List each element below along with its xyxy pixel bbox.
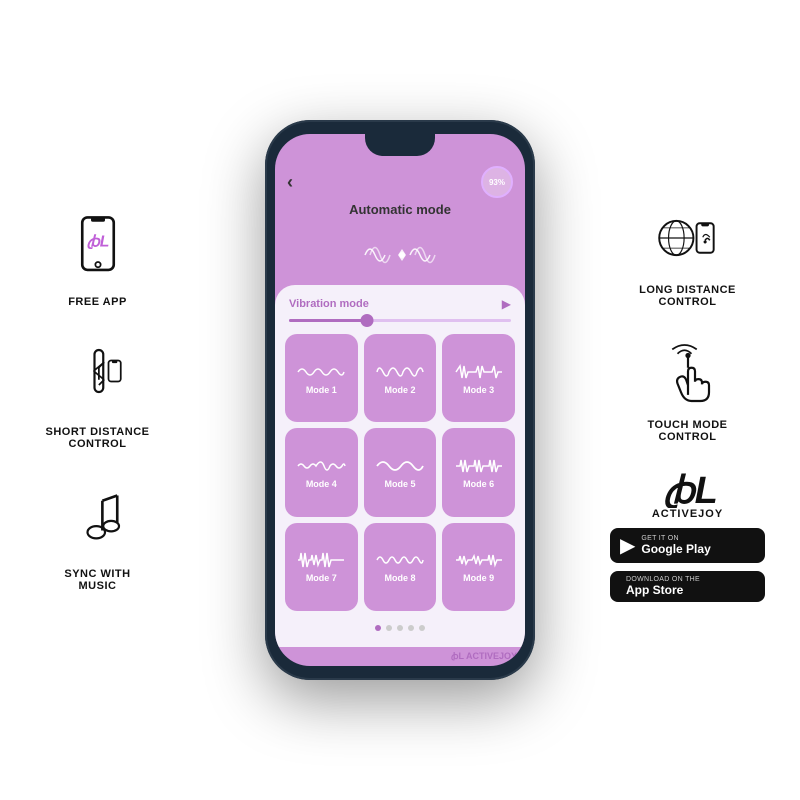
google-play-badge[interactable]: ▶ GET IT ON Google Play — [610, 528, 765, 563]
dot-2[interactable] — [386, 625, 392, 631]
vibration-mode-label: Vibration mode — [289, 298, 369, 310]
slider-track — [289, 319, 511, 322]
sync-music-label: SYNC WITHMUSIC — [64, 568, 130, 592]
brand-section: ꞗL ACTIVEJOY ▶ GET IT ON Google Play Dow… — [610, 468, 765, 602]
phone-mockup: ‹ 93% Automatic mode — [265, 120, 535, 680]
dot-1[interactable] — [375, 625, 381, 631]
google-play-icon: ▶ — [620, 533, 635, 558]
mode-7-label: Mode 7 — [306, 573, 337, 583]
feature-long-distance: LONG DISTANCECONTROL — [639, 198, 736, 308]
app-top-bar: ‹ 93% — [275, 162, 525, 202]
mode-3-label: Mode 3 — [463, 385, 494, 395]
activejoy-logo-icon: ꞗL — [658, 468, 718, 508]
google-play-sub: GET IT ON — [641, 535, 710, 542]
google-play-text: GET IT ON Google Play — [641, 535, 710, 556]
app-footer-brand: ꞗL ACTIVEJOY — [275, 647, 525, 666]
mode-5-label: Mode 5 — [384, 479, 415, 489]
svg-text:ꞗL: ꞗL — [86, 233, 109, 250]
page-container: ꞗL FREE APP — [0, 0, 800, 800]
mode-9-label: Mode 9 — [463, 573, 494, 583]
slider-thumb — [360, 314, 373, 327]
brand-name: ACTIVEJOY — [652, 508, 723, 520]
dot-4[interactable] — [408, 625, 414, 631]
mode-6-label: Mode 6 — [463, 479, 494, 489]
mode-1-button[interactable]: Mode 1 — [285, 334, 358, 422]
app-title: Automatic mode — [275, 202, 525, 217]
vibration-icon-area — [275, 225, 525, 285]
back-arrow-icon[interactable]: ‹ — [287, 172, 293, 193]
mode-2-button[interactable]: Mode 2 — [364, 334, 437, 422]
mode-9-button[interactable]: Mode 9 — [442, 523, 515, 611]
short-distance-label: SHORT DISTANCECONTROL — [46, 426, 150, 450]
feature-free-app: ꞗL FREE APP — [58, 208, 138, 308]
mode-4-label: Mode 4 — [306, 479, 337, 489]
feature-touch-mode: TOUCH MODECONTROL — [648, 333, 728, 443]
vibration-mode-row: Vibration mode ▶ — [285, 297, 515, 311]
mode-3-button[interactable]: Mode 3 — [442, 334, 515, 422]
free-app-label: FREE APP — [68, 296, 127, 308]
long-distance-label: LONG DISTANCECONTROL — [639, 284, 736, 308]
feature-sync-music: SYNC WITHMUSIC — [58, 480, 138, 592]
dot-3[interactable] — [397, 625, 403, 631]
play-button[interactable]: ▶ — [502, 297, 511, 311]
app-content: Vibration mode ▶ — [275, 285, 525, 647]
dot-5[interactable] — [419, 625, 425, 631]
app-store-sub: Download on the — [626, 576, 700, 583]
mode-1-label: Mode 1 — [306, 385, 337, 395]
modes-grid: Mode 1 Mode 2 Mode 3 — [285, 334, 515, 611]
right-column: LONG DISTANCECONTROL TOUCH MODECONTROL — [595, 198, 780, 602]
google-play-main: Google Play — [641, 542, 710, 556]
mode-4-button[interactable]: Mode 4 — [285, 428, 358, 516]
touch-mode-icon — [648, 333, 728, 413]
battery-indicator: 93% — [481, 166, 513, 198]
mode-6-button[interactable]: Mode 6 — [442, 428, 515, 516]
mode-2-label: Mode 2 — [384, 385, 415, 395]
mode-5-button[interactable]: Mode 5 — [364, 428, 437, 516]
mode-7-button[interactable]: Mode 7 — [285, 523, 358, 611]
long-distance-icon — [648, 198, 728, 278]
free-app-icon: ꞗL — [58, 208, 138, 288]
left-column: ꞗL FREE APP — [20, 208, 175, 592]
svg-text:ꞗL: ꞗL — [663, 470, 718, 508]
feature-short-distance: SHORT DISTANCECONTROL — [46, 338, 150, 450]
phone-notch — [365, 134, 435, 156]
phone-outer: ‹ 93% Automatic mode — [265, 120, 535, 680]
mode-8-label: Mode 8 — [384, 573, 415, 583]
phone-inner: ‹ 93% Automatic mode — [275, 134, 525, 666]
touch-mode-label: TOUCH MODECONTROL — [648, 419, 728, 443]
app-store-badge[interactable]: Download on the App Store — [610, 571, 765, 602]
short-distance-icon — [58, 338, 138, 418]
app-screen: ‹ 93% Automatic mode — [275, 134, 525, 666]
slider-fill — [289, 319, 367, 322]
app-store-main: App Store — [626, 583, 700, 597]
music-icon — [58, 480, 138, 560]
app-store-text: Download on the App Store — [626, 576, 700, 597]
slider-container[interactable] — [285, 319, 515, 322]
mode-8-button[interactable]: Mode 8 — [364, 523, 437, 611]
page-dots — [285, 619, 515, 635]
